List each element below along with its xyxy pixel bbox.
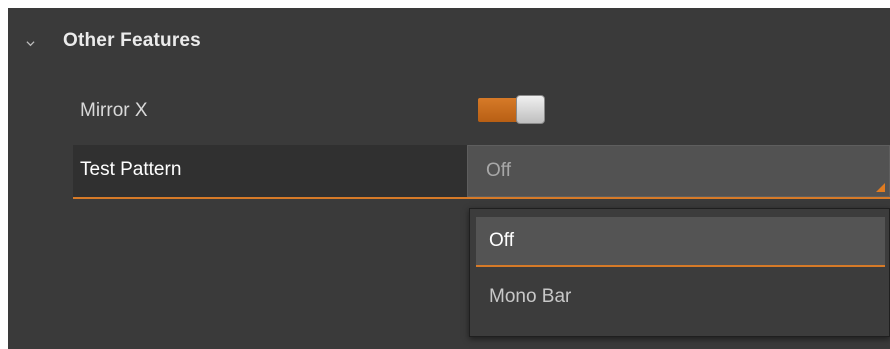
row-underline (73, 197, 890, 199)
mirror-x-toggle[interactable] (478, 95, 548, 125)
test-pattern-row: Test Pattern Off (73, 145, 890, 199)
dropdown-option-mono-bar[interactable]: Mono Bar (476, 273, 885, 323)
properties-panel: Other Features Mirror X Test Pattern Off… (8, 8, 890, 349)
dropdown-option-label: Off (489, 230, 514, 251)
test-pattern-label: Test Pattern (80, 159, 182, 180)
chevron-down-icon[interactable] (26, 39, 35, 48)
test-pattern-selected-value: Off (486, 160, 511, 181)
toggle-knob (516, 95, 545, 124)
test-pattern-select[interactable]: Off (467, 145, 890, 197)
section-title: Other Features (63, 30, 201, 51)
corner-triangle-icon (876, 183, 885, 192)
dropdown-option-off[interactable]: Off (476, 217, 885, 267)
dropdown-option-label: Mono Bar (489, 286, 572, 307)
mirror-x-label: Mirror X (80, 100, 148, 121)
test-pattern-dropdown-list: Off Mono Bar (469, 208, 890, 337)
